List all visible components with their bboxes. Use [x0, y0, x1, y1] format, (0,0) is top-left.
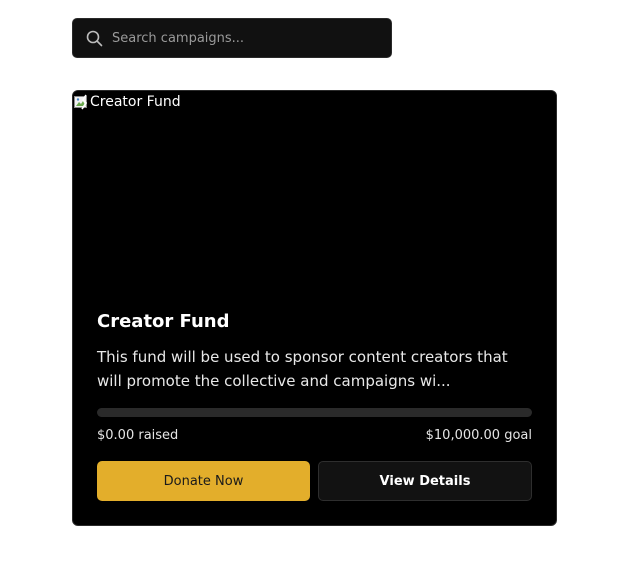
donate-now-button[interactable]: Donate Now	[97, 461, 310, 501]
campaign-description: This fund will be used to sponsor conten…	[97, 348, 508, 390]
broken-image-icon	[73, 94, 89, 110]
campaign-title: Creator Fund	[97, 311, 230, 332]
image-alt-text: Creator Fund	[90, 94, 181, 110]
campaign-card: Creator Fund Creator Fund This fund will…	[72, 90, 557, 526]
progress-bar	[97, 408, 532, 417]
goal-amount: $10,000.00 goal	[425, 428, 532, 443]
page: Creator Fund Creator Fund This fund will…	[0, 0, 642, 575]
search-input[interactable]	[112, 19, 391, 57]
search-bar[interactable]	[72, 18, 392, 58]
search-icon	[85, 29, 103, 47]
raised-amount: $0.00 raised	[97, 428, 179, 443]
view-details-button[interactable]: View Details	[318, 461, 532, 501]
campaign-image: Creator Fund	[73, 91, 556, 296]
broken-image: Creator Fund	[73, 94, 181, 110]
